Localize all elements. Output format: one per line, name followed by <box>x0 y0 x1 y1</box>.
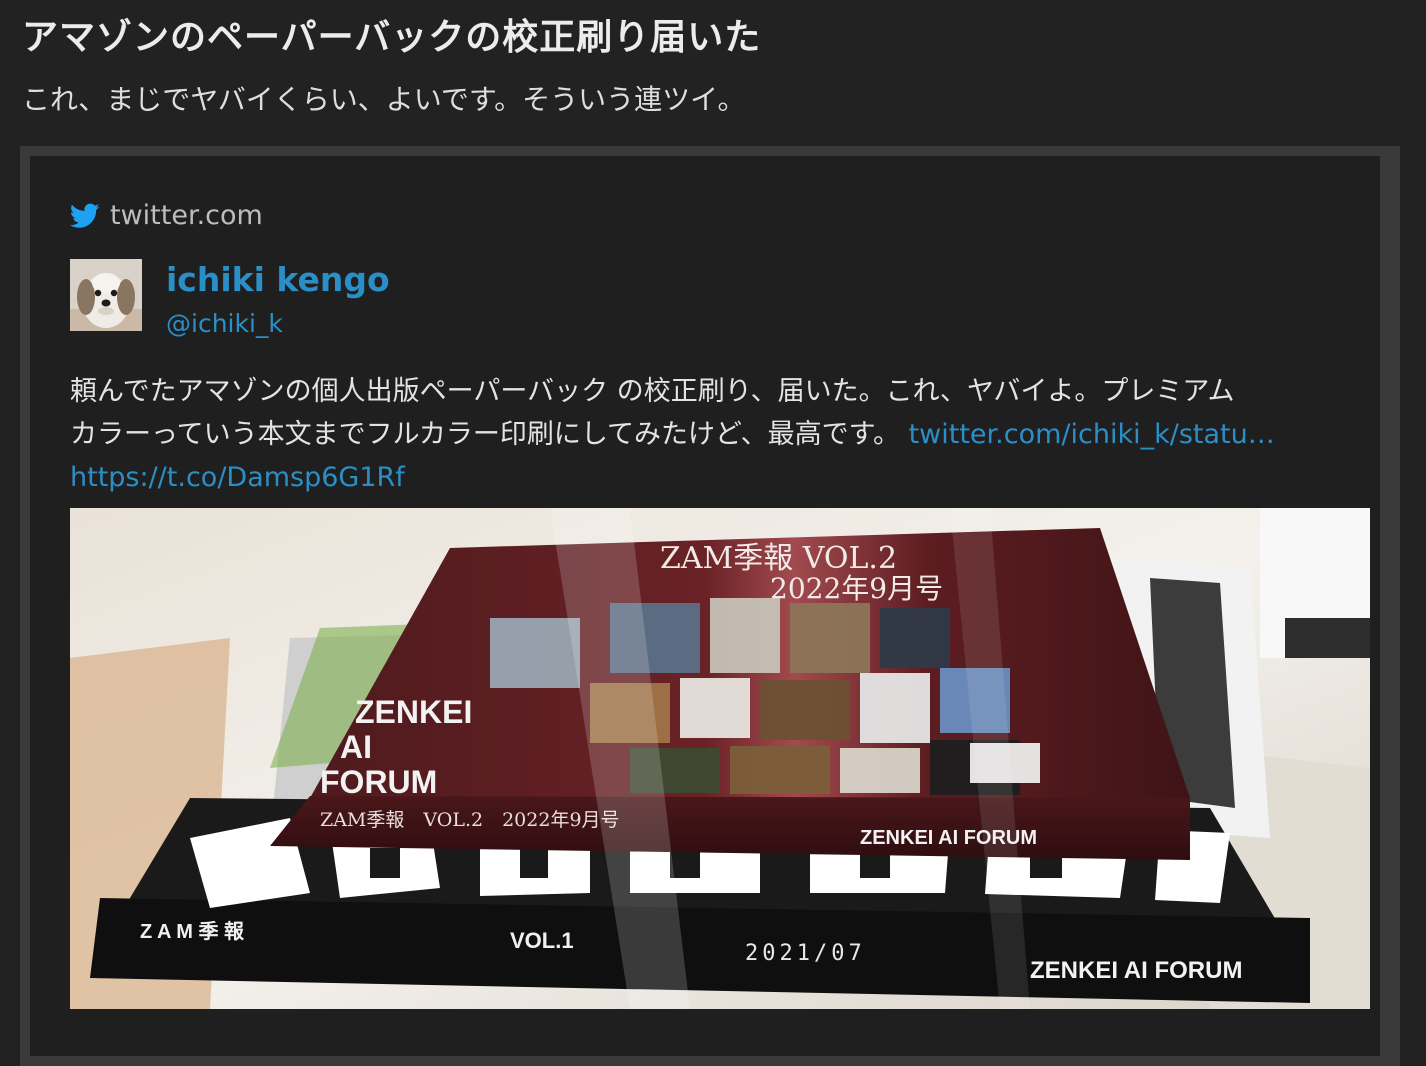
top-cover-subtitle: 2022年9月号 <box>770 572 943 605</box>
tweet-embed[interactable]: twitter.com ichiki kengo @ichiki_k 頼んでたア… <box>30 156 1380 1056</box>
twitter-bird-icon <box>70 203 100 228</box>
tweet-text: 頼んでたアマゾンの個人出版ペーパーバック の校正刷り、届いた。これ、ヤバイよ。プ… <box>70 370 1370 499</box>
tweet-text-line: 頼んでたアマゾンの個人出版ペーパーバック の校正刷り、届いた。これ、ヤバイよ。プ… <box>70 376 1235 407</box>
top-spine-text: ZAM季報 VOL.2 2022年9月号 <box>320 809 620 831</box>
books-photo: Z A M 季 報 VOL.1 2021/07 ZENKEI AI FORUM <box>70 508 1370 1009</box>
author-handle[interactable]: @ichiki_k <box>166 309 283 338</box>
author-name[interactable]: ichiki kengo <box>166 260 390 299</box>
post-text: これ、まじでヤバイくらい、よいです。そういう連ツイ。 <box>22 83 746 116</box>
top-cover-brand-1: ZENKEI <box>355 694 472 730</box>
top-cover-brand-2: AI <box>340 729 372 765</box>
avatar[interactable] <box>70 259 142 331</box>
source-domain: twitter.com <box>110 200 263 231</box>
embed-source[interactable]: twitter.com <box>70 200 263 231</box>
bottom-spine-brand: ZENKEI AI FORUM <box>1030 957 1242 984</box>
post-title: アマゾンのペーパーバックの校正刷り届いた <box>22 17 762 58</box>
tweet-embed-frame: twitter.com ichiki kengo @ichiki_k 頼んでたア… <box>20 146 1400 1066</box>
tweet-text-segment: カラーっていう本文までフルカラー印刷にしてみたけど、最高です。 <box>70 419 900 450</box>
top-cover-brand-3: FORUM <box>320 764 437 800</box>
bottom-spine-vol: VOL.1 <box>510 928 574 953</box>
top-cover-title: ZAM季報 VOL.2 <box>660 541 897 576</box>
quoted-tweet-link[interactable]: twitter.com/ichiki_k/statu… <box>909 419 1275 450</box>
tweet-text-line: https://t.co/Damsp6G1Rf <box>70 456 1370 499</box>
bottom-spine-date: 2021/07 <box>745 941 866 966</box>
media-link[interactable]: https://t.co/Damsp6G1Rf <box>70 462 405 493</box>
tweet-text-line: カラーっていう本文までフルカラー印刷にしてみたけど、最高です。 twitter.… <box>70 413 1370 456</box>
dog-avatar-icon <box>70 259 142 331</box>
tweet-photo[interactable]: Z A M 季 報 VOL.1 2021/07 ZENKEI AI FORUM <box>70 508 1370 1009</box>
bottom-spine-left: Z A M 季 報 <box>140 920 245 943</box>
